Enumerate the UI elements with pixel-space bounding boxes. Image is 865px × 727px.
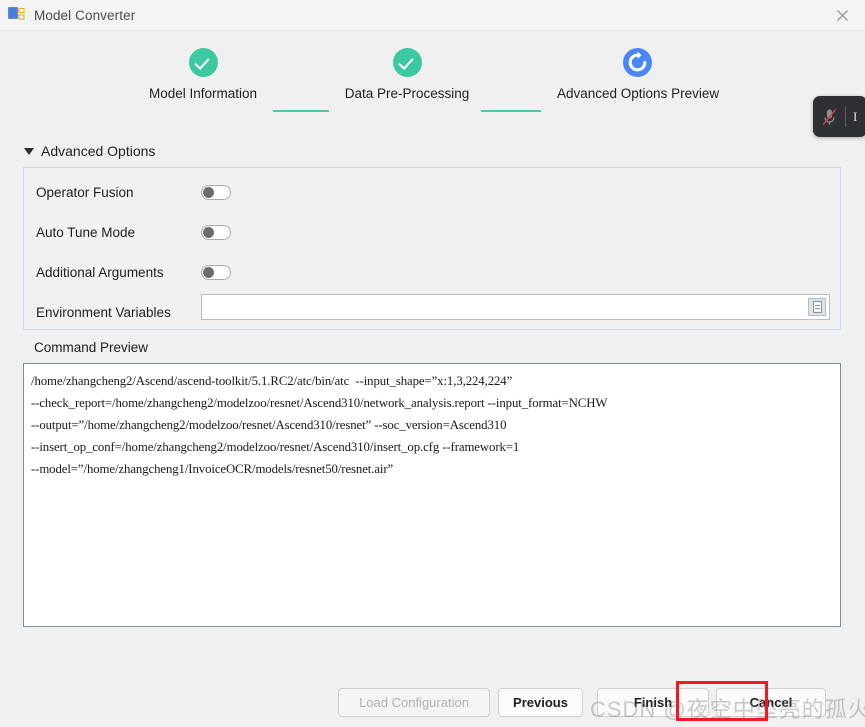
step-advanced-options-preview[interactable]: Advanced Options Preview [557,48,720,101]
command-line: --model=”/home/zhangcheng1/InvoiceOCR/mo… [31,462,394,476]
title-bar: Model Converter [0,0,865,31]
command-line: --insert_op_conf=/home/zhangcheng2/model… [31,440,520,454]
wizard-stepper: Model Information Data Pre-Processing Ad… [0,48,865,123]
step-label: Data Pre-Processing [344,86,470,101]
row-operator-fusion: Operator Fusion [36,179,231,205]
cancel-button[interactable]: Cancel [716,688,826,717]
advanced-options-title: Advanced Options [41,143,156,159]
command-line: --output=”/home/zhangcheng2/modelzoo/res… [31,418,507,432]
row-environment-variables: Environment Variables [36,299,201,325]
toggle-auto-tune-mode[interactable] [201,224,231,240]
triangle-down-icon[interactable] [24,147,34,155]
command-line: /home/zhangcheng2/Ascend/ascend-toolkit/… [31,374,513,388]
finish-button[interactable]: Finish [597,688,709,717]
step-label: Advanced Options Preview [557,86,720,101]
step-label: Model Information [148,86,258,101]
row-additional-arguments: Additional Arguments [36,259,231,285]
loading-spinner-icon [622,48,652,77]
step-model-information[interactable]: Model Information [123,48,283,101]
title-bar-left: Model Converter [0,6,135,24]
close-icon[interactable] [819,0,865,30]
toggle-knob [203,186,214,198]
document-glyph [812,301,822,313]
toolbar-divider [845,106,846,127]
label-operator-fusion: Operator Fusion [36,184,134,200]
model-converter-icon [8,6,26,24]
previous-button[interactable]: Previous [498,688,583,717]
check-icon [392,48,422,77]
step-data-pre-processing[interactable]: Data Pre-Processing [327,48,487,101]
command-preview-textarea[interactable]: /home/zhangcheng2/Ascend/ascend-toolkit/… [23,363,841,627]
label-additional-arguments: Additional Arguments [36,264,164,280]
microphone-muted-icon[interactable] [821,107,838,127]
dialog-button-bar: Load Configuration Previous Finish Cance… [0,688,865,720]
floating-media-toolbar[interactable]: I [813,96,865,137]
toggle-knob [203,226,214,238]
document-list-icon[interactable] [808,298,826,316]
toolbar-extra-label[interactable]: I [853,109,857,125]
advanced-options-section-header[interactable]: Advanced Options [24,143,155,159]
check-icon [188,48,218,77]
command-line: --check_report=/home/zhangcheng2/modelzo… [31,396,608,410]
toggle-knob [203,266,214,278]
window-title: Model Converter [34,7,136,23]
toggle-additional-arguments[interactable] [201,264,231,280]
label-environment-variables: Environment Variables [36,304,171,320]
label-auto-tune-mode: Auto Tune Mode [36,224,136,240]
environment-variables-input[interactable] [201,294,830,320]
toggle-operator-fusion[interactable] [201,184,231,200]
stepper-connector-2 [481,110,541,112]
command-preview-label: Command Preview [34,340,149,355]
load-configuration-button[interactable]: Load Configuration [338,688,490,717]
advanced-options-panel: Operator Fusion Auto Tune Mode Additiona… [23,167,841,330]
model-converter-window: Model Converter Model Information Data P… [0,0,865,727]
row-auto-tune-mode: Auto Tune Mode [36,219,231,245]
stepper-connector-1 [273,110,329,112]
